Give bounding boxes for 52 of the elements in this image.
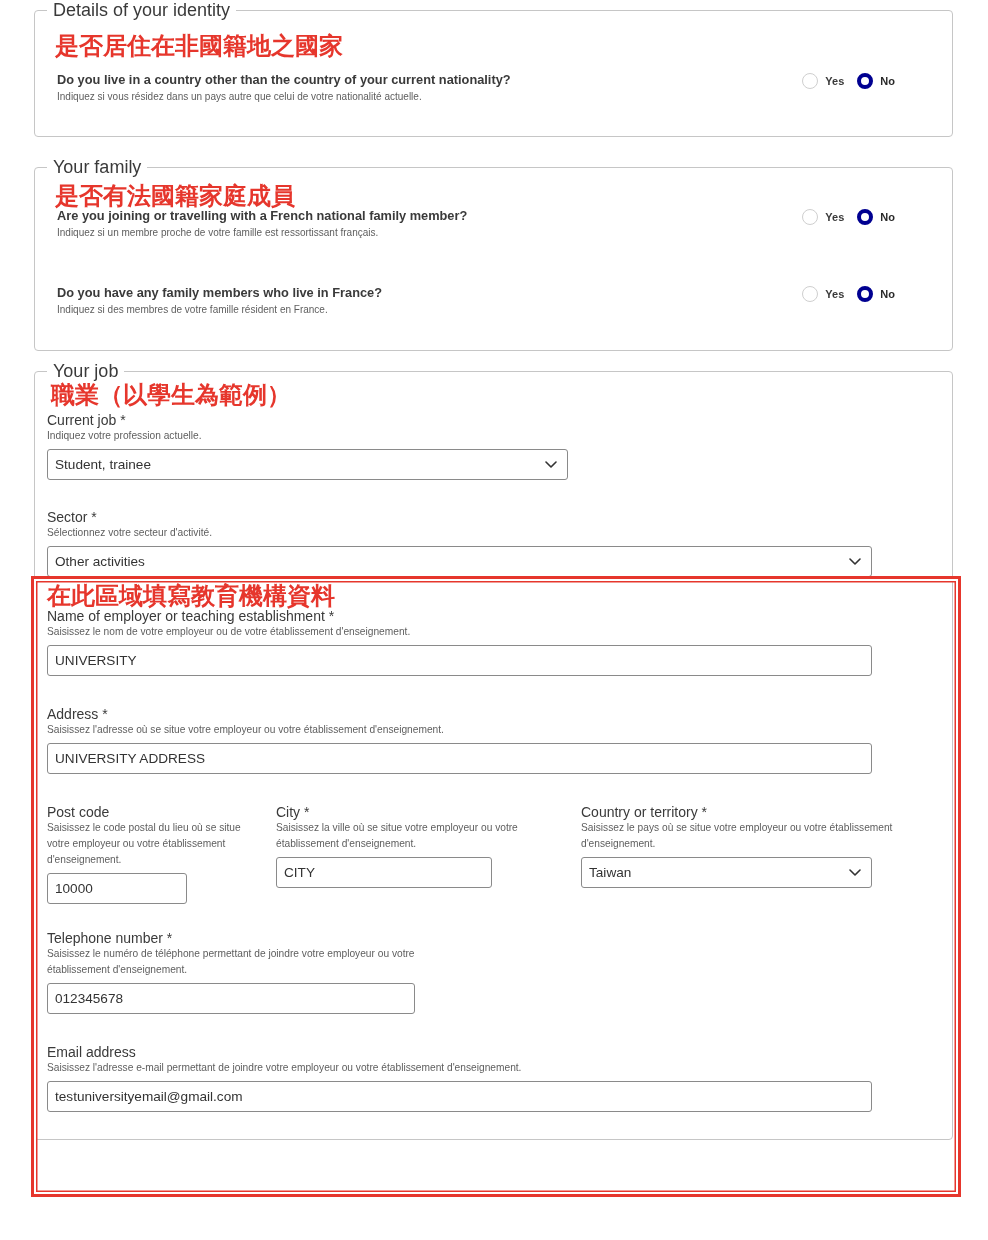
question-text: Do you live in a country other than the country of your current nationality? [57,72,511,88]
radio-label: No [880,210,895,225]
field-label: Address * [47,706,108,722]
field-label: Name of employer or teaching establishment * [47,608,335,624]
section-legend: Your family [47,157,148,177]
dropdown[interactable]: Student, trainee [47,449,568,480]
field-hint: Saisissez le code postal du lieu où se situe votre employeur ou votre établissement d'enseignement. [47,821,242,867]
field-hint: Saisissez la ville où se situe votre employeur ou votre établissement d'enseignement. [276,821,519,851]
radio-button[interactable] [857,73,874,89]
section-legend: Your job [47,361,125,381]
input-field[interactable]: UNIVERSITY ADDRESS [47,743,872,774]
field-label: Telephone number * [47,930,173,946]
annotation-text: 是否居住在非國籍地之國家 [55,32,343,60]
field-hint: Saisissez l'adresse e-mail permettant de joindre votre employeur ou votre établissement d'enseignement. [47,1061,522,1075]
input-field[interactable]: 10000 [47,873,187,904]
section-legend: Details of your identity [47,0,237,20]
question-hint: Indiquez si des membres de votre famille résident en France. [57,304,328,316]
input-field[interactable]: testuniversityemail@gmail.com [47,1081,872,1112]
field-label: Sector * [47,509,97,525]
question-text: Are you joining or travelling with a French national family member? [57,208,468,224]
field-label: City * [276,804,310,820]
annotation-text: 職業（以學生為範例） [51,381,291,409]
annotation-text: 是否有法國籍家庭成員 [55,182,295,210]
radio-label: Yes [825,74,845,89]
input-field[interactable]: 012345678 [47,983,415,1014]
chevron-down-icon [849,869,861,876]
chevron-down-icon [849,558,861,565]
field-label: Post code [47,804,110,820]
field-label: Email address [47,1044,136,1060]
dropdown[interactable]: Taiwan [581,857,872,888]
radio-button[interactable] [857,286,874,302]
field-hint: Indiquez votre profession actuelle. [47,429,202,443]
question-hint: Indiquez si vous résidez dans un pays autre que celui de votre nationalité actuelle. [57,91,422,103]
chevron-down-icon [545,461,557,468]
annotation-text: 在此區域填寫教育機構資料 [47,583,335,609]
radio-label: No [880,74,895,89]
field-label: Current job * [47,412,126,428]
radio-label: Yes [825,210,845,225]
radio-label: No [880,287,895,302]
field-hint: Sélectionnez votre secteur d'activité. [47,526,213,540]
question-hint: Indiquez si un membre proche de votre famille est ressortissant français. [57,227,379,239]
radio-button[interactable] [857,209,874,225]
input-field[interactable]: UNIVERSITY [47,645,872,676]
field-hint: Saisissez le numéro de téléphone permettant de joindre votre employeur ou votre établissement d'enseignement. [47,947,416,977]
field-hint: Saisissez l'adresse où se situe votre employeur ou votre établissement d'enseignement. [47,723,444,737]
dropdown[interactable]: Other activities [47,546,872,577]
field-label: Country or territory * [581,804,708,820]
radio-label: Yes [825,287,845,302]
question-text: Do you have any family members who live in France? [57,285,382,301]
field-hint: Saisissez le pays où se situe votre employeur ou votre établissement d'enseignement. [581,821,894,851]
field-hint: Saisissez le nom de votre employeur ou de votre établissement d'enseignement. [47,625,411,639]
input-field[interactable]: CITY [276,857,492,888]
